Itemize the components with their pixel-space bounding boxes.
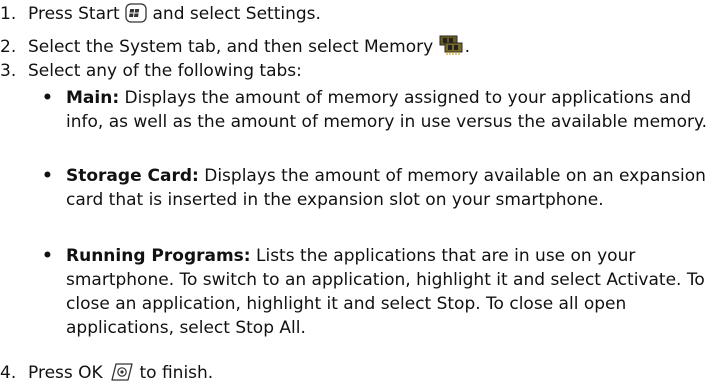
bullet-text: Main: Displays the amount of memory assi… — [66, 86, 712, 134]
bullet-storage-card: • Storage Card: Displays the amount of m… — [42, 164, 712, 212]
step-text-end: and select Settings. — [152, 4, 321, 24]
bullet-label: Storage Card: — [66, 166, 199, 186]
step-3: 3. Select any of the following tabs: — [0, 59, 302, 83]
start-button-icon — [125, 3, 147, 30]
bullet-dot: • — [42, 88, 53, 108]
step-4: 4. Press OK to finish. — [0, 361, 213, 389]
bullet-text: Running Programs: Lists the applications… — [66, 244, 712, 340]
bullet-text: Storage Card: Displays the amount of mem… — [66, 164, 712, 212]
step-number: 2. — [0, 37, 17, 57]
bullet-label: Running Programs: — [66, 246, 251, 266]
step-number: 4. — [0, 363, 17, 383]
bullet-label: Main: — [66, 88, 120, 108]
step-text: Press Start — [28, 4, 120, 24]
step-number: 1. — [0, 4, 17, 24]
ok-button-icon — [108, 362, 134, 389]
bullet-dot: • — [42, 166, 53, 186]
step-text: Select the System tab, and then select M… — [28, 37, 434, 57]
step-text-end: . — [464, 37, 470, 57]
step-1: 1. Press Start and select Settings. — [0, 2, 321, 30]
step-text-end: to finish. — [139, 363, 214, 383]
step-number: 3. — [0, 61, 17, 81]
memory-chip-icon — [439, 34, 465, 63]
step-text: Select any of the following tabs: — [28, 61, 302, 81]
bullet-description: Displays the amount of memory assigned t… — [66, 88, 708, 132]
bullet-main: • Main: Displays the amount of memory as… — [42, 86, 712, 134]
bullet-dot: • — [42, 246, 53, 266]
instruction-document: 1. Press Start and select Settings. 2. Sel… — [0, 0, 719, 389]
step-text: Press OK — [28, 363, 103, 383]
bullet-running-programs: • Running Programs: Lists the applicatio… — [42, 244, 712, 340]
